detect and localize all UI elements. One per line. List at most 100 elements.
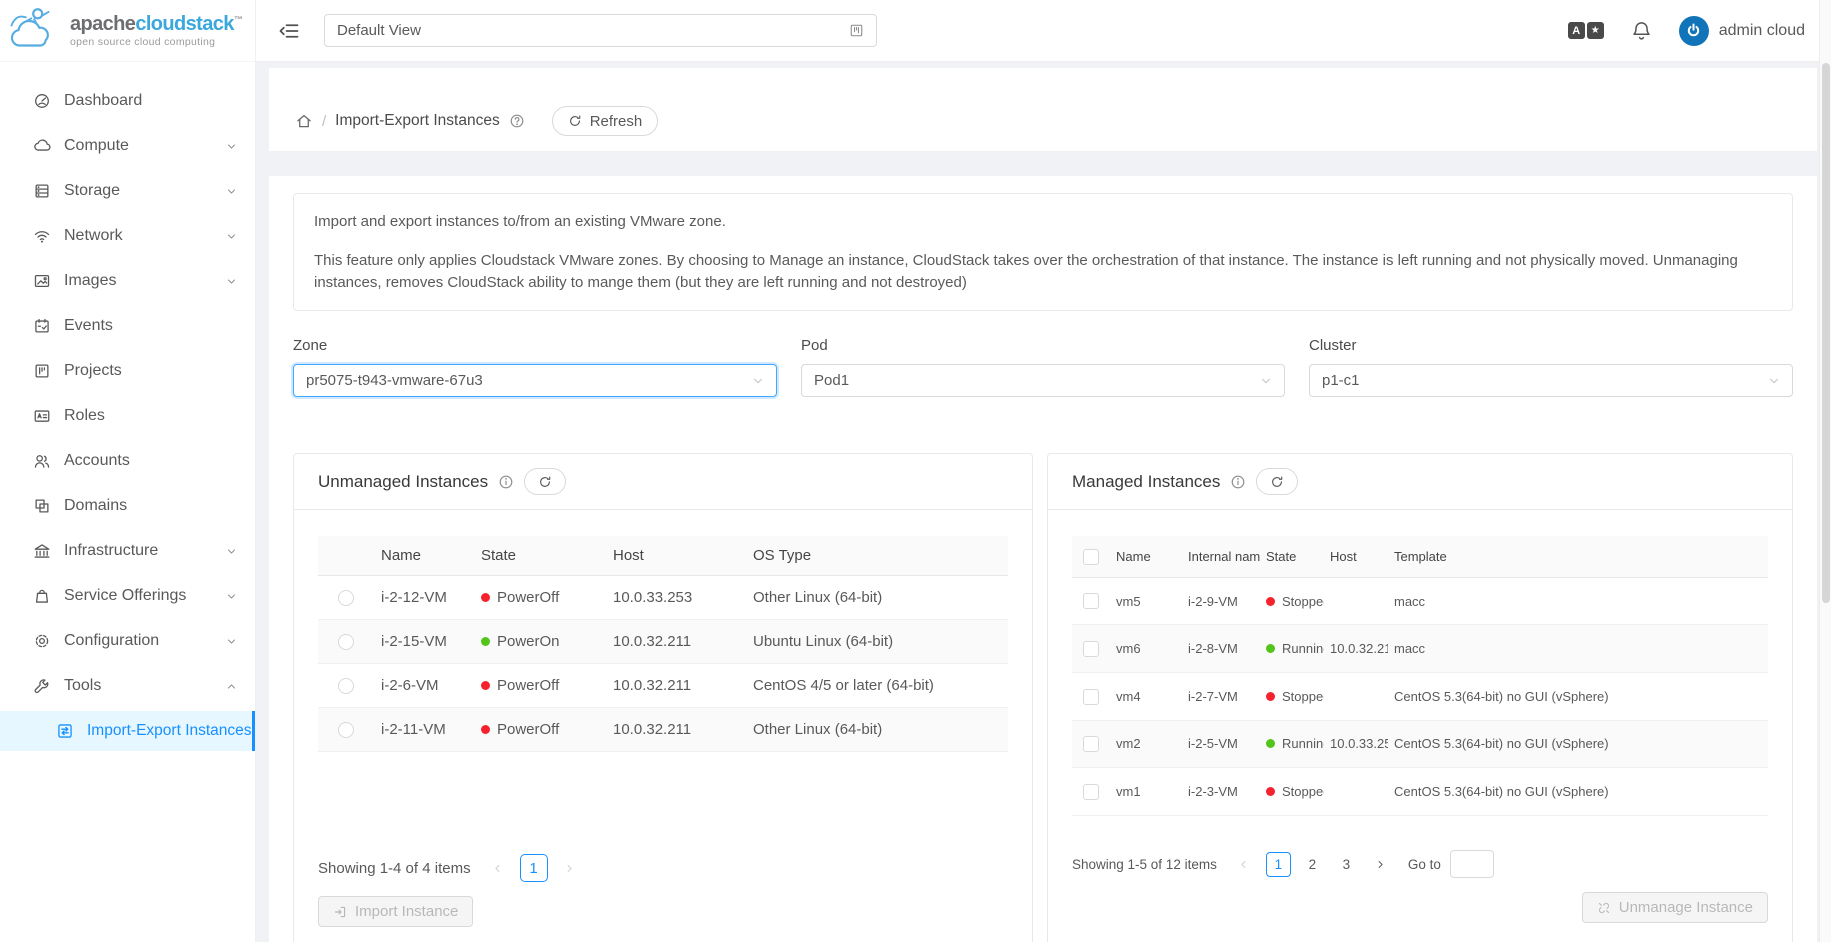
host-cell: 10.0.32.211 (1324, 625, 1388, 673)
row-checkbox[interactable] (1083, 784, 1099, 800)
pod-select[interactable]: Pod1 (801, 364, 1285, 397)
unmanage-instance-button[interactable]: Unmanage Instance (1582, 892, 1768, 923)
row-checkbox[interactable] (1083, 689, 1099, 705)
prev-page-button[interactable] (485, 855, 511, 881)
sidebar-item-label: Import-Export Instances (87, 722, 252, 740)
zone-select[interactable]: pr5075-t943-vmware-67u3 (293, 364, 777, 397)
host-cell (1324, 768, 1388, 816)
cluster-select[interactable]: p1-c1 (1309, 364, 1793, 397)
sidebar-item-projects[interactable]: Projects (0, 351, 255, 391)
table-row-i-2-6-vm[interactable]: i-2-6-VMPowerOff10.0.32.211CentOS 4/5 or… (318, 664, 1008, 708)
scrollbar-thumb[interactable] (1822, 63, 1830, 603)
sidebar-item-domains[interactable]: Domains (0, 486, 255, 526)
host-cell (1324, 577, 1388, 625)
power-icon (1685, 22, 1702, 39)
row-radio[interactable] (338, 634, 354, 650)
refresh-table-button[interactable] (524, 468, 566, 495)
status-dot (1266, 597, 1275, 606)
managed-card-body: NameInternal nameStateHostTemplatevm5i-2… (1048, 510, 1792, 942)
sidebar-item-import-export-instances[interactable]: Import-Export Instances (0, 711, 255, 751)
row-radio[interactable] (338, 722, 354, 738)
table-row-vm1[interactable]: vm1i-2-3-VMStoppedCentOS 5.3(64-bit) no … (1072, 768, 1768, 816)
name-cell: vm4 (1110, 672, 1182, 720)
internal-name-cell: i-2-8-VM (1182, 625, 1260, 673)
import-instance-button[interactable]: Import Instance (318, 896, 473, 927)
sidebar-item-images[interactable]: Images (0, 261, 255, 301)
bank-icon (33, 542, 51, 560)
menu-fold-icon[interactable] (278, 20, 300, 42)
sidebar-item-network[interactable]: Network (0, 216, 255, 256)
table-row-i-2-15-vm[interactable]: i-2-15-VMPowerOn10.0.32.211Ubuntu Linux … (318, 620, 1008, 664)
name-cell: i-2-12-VM (373, 576, 473, 620)
view-select-value: Default View (337, 22, 849, 39)
state-cell: Stopped (1260, 672, 1324, 720)
name-cell: vm1 (1110, 768, 1182, 816)
app-logo[interactable]: apachecloudstack™ open source cloud comp… (0, 0, 255, 62)
page-3-button[interactable]: 3 (1334, 852, 1359, 877)
os-type-cell: Other Linux (64-bit) (745, 576, 1008, 620)
selector-column-header[interactable] (1072, 536, 1110, 577)
host-cell: 10.0.32.211 (605, 620, 745, 664)
sidebar-item-label: Service Offerings (64, 587, 226, 605)
state-cell: Running (1260, 720, 1324, 768)
table-row-vm4[interactable]: vm4i-2-7-VMStoppedCentOS 5.3(64-bit) no … (1072, 672, 1768, 720)
question-circle-icon[interactable] (509, 113, 525, 129)
row-radio[interactable] (338, 678, 354, 694)
row-checkbox[interactable] (1083, 641, 1099, 657)
sidebar-item-dashboard[interactable]: Dashboard (0, 81, 255, 121)
bell-icon[interactable] (1631, 20, 1652, 41)
sidebar-item-storage[interactable]: Storage (0, 171, 255, 211)
card-title: Unmanaged Instances (318, 472, 488, 492)
goto-page-input[interactable] (1450, 850, 1494, 878)
table-row-i-2-12-vm[interactable]: i-2-12-VMPowerOff10.0.33.253Other Linux … (318, 576, 1008, 620)
translate-icon[interactable]: A ★ (1568, 22, 1604, 39)
next-page-button[interactable] (557, 855, 583, 881)
cluster-select-value: p1-c1 (1322, 372, 1360, 389)
import-instance-label: Import Instance (355, 903, 458, 920)
next-page-button[interactable] (1368, 851, 1394, 877)
sidebar-item-label: Domains (64, 497, 237, 515)
sidebar-item-service-offerings[interactable]: Service Offerings (0, 576, 255, 616)
refresh-table-button[interactable] (1256, 468, 1298, 495)
status-dot (481, 725, 490, 734)
sidebar-item-accounts[interactable]: Accounts (0, 441, 255, 481)
prev-page-button[interactable] (1231, 851, 1257, 877)
page-1-button[interactable]: 1 (520, 854, 548, 882)
info-circle-icon[interactable] (1230, 474, 1246, 490)
home-icon[interactable] (295, 112, 313, 130)
table-row-vm2[interactable]: vm2i-2-5-VMRunning10.0.33.253CentOS 5.3(… (1072, 720, 1768, 768)
table-row-vm5[interactable]: vm5i-2-9-VMStoppedmacc (1072, 577, 1768, 625)
row-checkbox[interactable] (1083, 736, 1099, 752)
sidebar-item-configuration[interactable]: Configuration (0, 621, 255, 661)
translate-letter-star: ★ (1587, 22, 1604, 39)
table-row-i-2-11-vm[interactable]: i-2-11-VMPowerOff10.0.32.211Other Linux … (318, 708, 1008, 752)
breadcrumb-bar: / Import-Export Instances Refresh (269, 68, 1817, 151)
chevron-down-icon (226, 231, 237, 242)
sidebar-item-events[interactable]: Events (0, 306, 255, 346)
page-1-button[interactable]: 1 (1266, 852, 1291, 877)
info-circle-icon[interactable] (498, 474, 514, 490)
import-export-panel: Import and export instances to/from an e… (269, 176, 1817, 942)
page-2-button[interactable]: 2 (1300, 852, 1325, 877)
state-cell: Stopped (1260, 577, 1324, 625)
unmanaged-instances-card: Unmanaged Instances NameStateHostOS Type… (293, 453, 1033, 942)
sidebar-item-compute[interactable]: Compute (0, 126, 255, 166)
page-content: / Import-Export Instances Refresh Import… (256, 62, 1831, 942)
breadcrumb: / Import-Export Instances Refresh (295, 106, 658, 136)
name-cell: vm6 (1110, 625, 1182, 673)
sidebar-item-tools[interactable]: Tools (0, 666, 255, 706)
refresh-button[interactable]: Refresh (552, 106, 659, 136)
view-select[interactable]: Default View (324, 14, 877, 47)
chevron-down-icon (226, 546, 237, 557)
filter-row: Zone pr5075-t943-vmware-67u3 Pod Pod1 (293, 337, 1793, 397)
row-radio[interactable] (338, 590, 354, 606)
table-row-vm6[interactable]: vm6i-2-8-VMRunning10.0.32.211macc (1072, 625, 1768, 673)
scrollbar[interactable] (1819, 0, 1831, 942)
row-checkbox[interactable] (1083, 593, 1099, 609)
sidebar-item-infrastructure[interactable]: Infrastructure (0, 531, 255, 571)
state-cell: PowerOff (473, 664, 605, 708)
sidebar-item-roles[interactable]: Roles (0, 396, 255, 436)
internal-name-cell: i-2-9-VM (1182, 577, 1260, 625)
user-menu[interactable]: admin cloud (1679, 16, 1805, 46)
select-all-checkbox[interactable] (1083, 549, 1099, 565)
